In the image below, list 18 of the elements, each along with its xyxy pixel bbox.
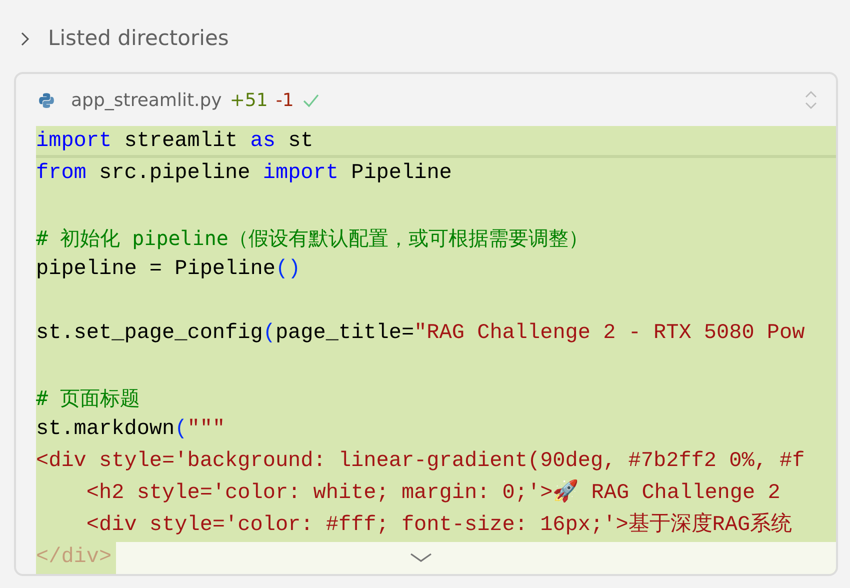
removed-lines-count: -1 (276, 88, 294, 112)
python-file-icon (38, 92, 55, 108)
file-name[interactable]: app_streamlit.py (71, 86, 222, 114)
code-line: from src.pipeline import Pipeline (36, 162, 452, 185)
code-line: # 初始化 pipeline（假设有默认配置，或可根据需要调整） (36, 229, 588, 252)
code-line: # 页面标题 (36, 389, 140, 412)
code-line: <div style='color: #fff; font-size: 16px;'>基于深度RAG系统 (85, 514, 792, 537)
show-more-button[interactable] (116, 542, 836, 574)
code-line: <div style='background: linear-gradient(90deg, #7b2ff2 0%, #f (36, 450, 805, 473)
code-line: st.set_page_config(page_title="RAG Challenge 2 - RTX 5080 Pow (36, 322, 805, 345)
code-line: </div> (36, 546, 112, 569)
expand-collapse-icon[interactable] (804, 91, 818, 109)
code-line: import streamlit as st (36, 130, 314, 153)
added-lines-count: +51 (230, 88, 268, 112)
chevron-down-icon (410, 553, 432, 563)
code-line: st.markdown(""" (36, 418, 226, 441)
code-line: pipeline = Pipeline() (36, 258, 301, 281)
section-label[interactable]: Listed directories (48, 23, 229, 55)
